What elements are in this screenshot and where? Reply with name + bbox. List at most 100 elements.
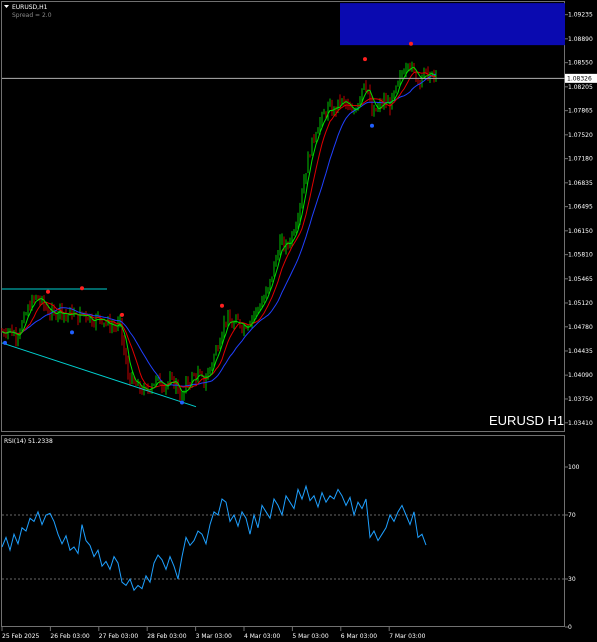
time-tick-label: 25 Feb 2025 (2, 633, 40, 640)
candle-body (217, 348, 219, 350)
candle-body (329, 104, 331, 106)
rsi-title: RSI(14) 51.2338 (4, 438, 53, 445)
fractal-down-marker (3, 340, 7, 345)
candle-body (309, 155, 311, 157)
candle-body (223, 321, 225, 334)
time-tick-label: 28 Feb 03:00 (147, 633, 187, 640)
candle-body (301, 192, 303, 205)
fractal-down-marker (180, 400, 184, 405)
candle-body (265, 290, 267, 298)
candle-body (199, 371, 201, 374)
candle-body (297, 218, 299, 225)
candle-body (93, 324, 95, 326)
candle-body (127, 361, 129, 376)
candle-body (79, 311, 81, 322)
candle-body (299, 204, 301, 219)
candle-body (417, 80, 419, 82)
candle-body (311, 137, 313, 156)
candle-body (339, 99, 341, 104)
candle-body (229, 315, 231, 323)
symbol-watermark: EURUSD H1 (489, 413, 564, 428)
candle-body (221, 333, 223, 342)
candle-body (49, 314, 51, 316)
candle-body (23, 314, 25, 322)
candle-body (255, 309, 257, 315)
candle-body (153, 383, 155, 386)
price-tick-label: 1.03750 (568, 396, 593, 403)
price-tick-label: 1.07865 (568, 108, 593, 115)
price-tick-label: 1.08890 (568, 36, 593, 43)
candle-body (425, 68, 427, 70)
candle-body (141, 389, 143, 393)
candle-body (403, 73, 405, 75)
candle-body (343, 99, 345, 102)
rsi-tick-label: 100 (568, 464, 580, 471)
candle-body (305, 173, 307, 180)
candle-body (65, 314, 67, 318)
candle-body (215, 348, 217, 355)
fractal-down-marker (370, 123, 374, 128)
candle-body (9, 328, 11, 330)
candle-body (233, 322, 235, 328)
candle-body (115, 326, 117, 328)
candle-body (307, 155, 309, 174)
candle-body (123, 339, 125, 353)
candle-body (213, 354, 215, 364)
candle-body (103, 322, 105, 324)
time-tick-label: 7 Mar 03:00 (389, 633, 425, 640)
candle-body (263, 297, 265, 302)
candle-body (131, 375, 133, 383)
price-tick-label: 1.08205 (568, 84, 593, 91)
candle-body (207, 371, 209, 380)
candle-body (341, 99, 343, 104)
candle-body (67, 315, 69, 318)
symbol-label: EURUSD,H1 (12, 4, 48, 11)
supply-zone (340, 3, 565, 46)
candle-body (295, 224, 297, 232)
candle-body (293, 231, 295, 234)
candle-body (17, 335, 19, 341)
candle-body (251, 317, 253, 323)
candle-body (269, 279, 271, 288)
candle-body (227, 315, 229, 323)
candle-body (13, 332, 15, 336)
candle-body (325, 113, 327, 116)
price-tick-label: 1.09235 (568, 12, 593, 19)
price-tick-label: 1.04780 (568, 324, 593, 331)
fractal-down-marker (70, 330, 74, 335)
time-tick-label: 27 Feb 03:00 (99, 633, 139, 640)
candle-body (321, 113, 323, 122)
time-tick-label: 5 Mar 03:00 (292, 633, 328, 640)
candle-body (323, 113, 325, 115)
candle-body (113, 325, 115, 327)
candle-body (393, 92, 395, 95)
candle-body (273, 263, 275, 277)
candle-body (261, 301, 263, 308)
candle-body (313, 137, 315, 140)
candle-body (211, 363, 213, 368)
time-tick-label: 26 Feb 03:00 (50, 633, 90, 640)
candle-body (135, 382, 137, 386)
price-tick-label: 1.06835 (568, 180, 593, 187)
chart-canvas: 1.09235 1.08890 1.08550 1.08205 1.07865 1.075… (0, 0, 597, 642)
candle-body (105, 322, 107, 324)
candle-body (209, 367, 211, 372)
time-tick-label: 6 Mar 03:00 (341, 633, 377, 640)
candle-body (359, 97, 361, 105)
price-tick-label: 1.05120 (568, 300, 593, 307)
candle-body (187, 379, 189, 385)
price-tick-label: 1.04090 (568, 372, 593, 379)
candle-body (25, 314, 27, 316)
candle-body (331, 104, 333, 115)
current-price-label: 1.08326 (567, 75, 592, 82)
candle-body (281, 238, 283, 240)
candle-body (63, 314, 65, 317)
price-tick-label: 1.03410 (568, 420, 593, 427)
candle-body (279, 239, 281, 255)
candle-body (373, 108, 375, 116)
rsi-tick-label: 70 (568, 512, 576, 519)
candle-body (235, 318, 237, 323)
candle-body (117, 322, 119, 328)
candle-body (315, 133, 317, 140)
price-tick-label: 1.04435 (568, 348, 593, 355)
